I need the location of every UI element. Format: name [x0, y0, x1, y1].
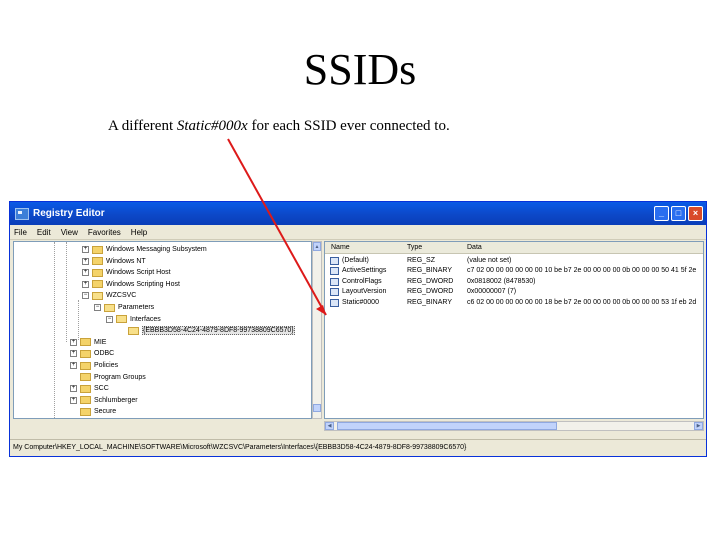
arrow-line: [227, 138, 327, 316]
annotation-arrow: [227, 138, 327, 316]
arrowhead-icon: [316, 305, 326, 315]
